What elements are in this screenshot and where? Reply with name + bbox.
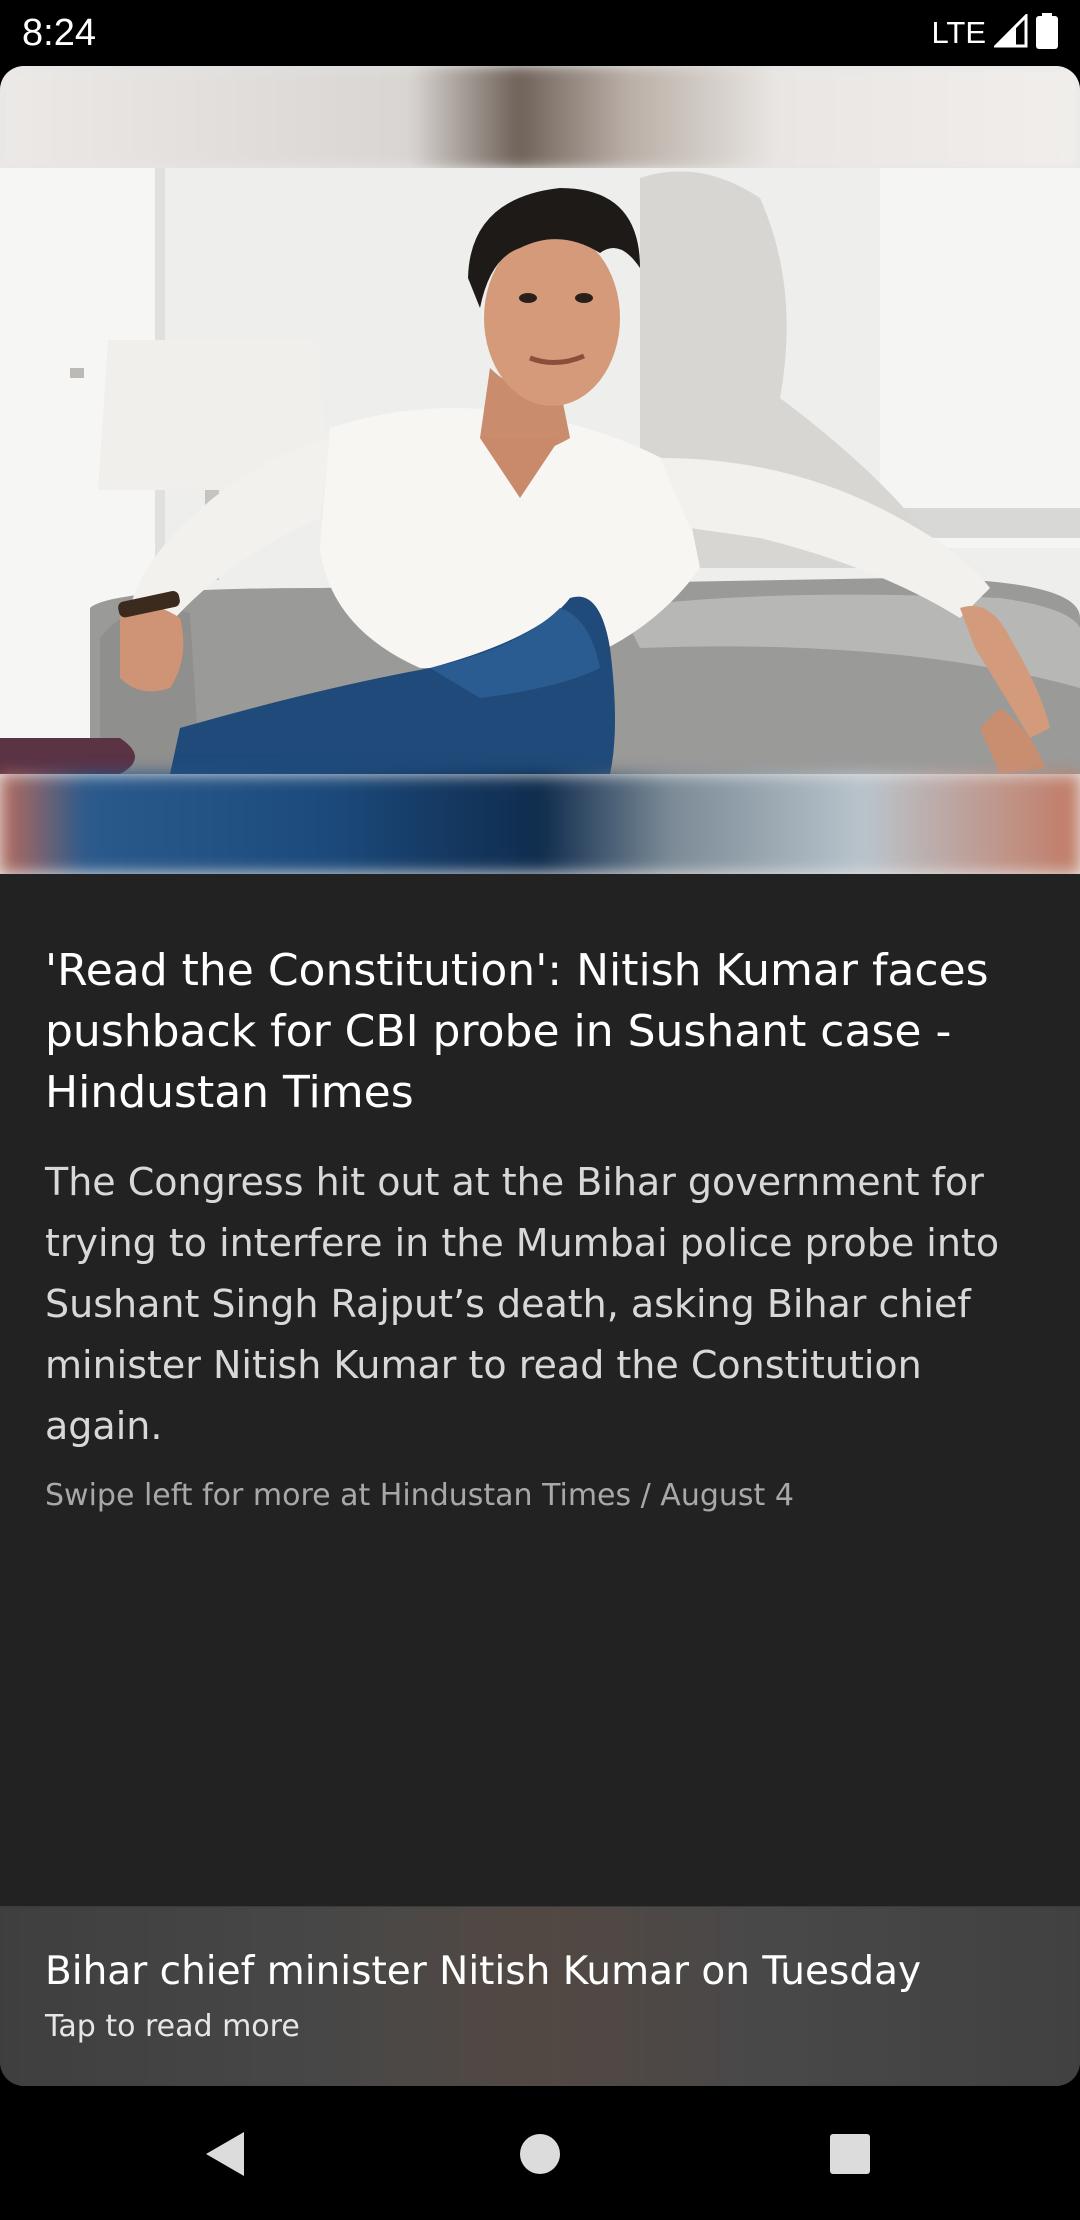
recents-button[interactable] bbox=[810, 2116, 890, 2196]
article-title[interactable]: 'Read the Constitution': Nitish Kumar fa… bbox=[45, 940, 1035, 1123]
home-button[interactable] bbox=[500, 2116, 580, 2196]
status-icons: LTE bbox=[931, 12, 1058, 54]
article-source-meta: Swipe left for more at Hindustan Times /… bbox=[45, 1478, 794, 1513]
signal-icon bbox=[992, 12, 1028, 52]
article-photo bbox=[0, 168, 1080, 774]
back-icon bbox=[204, 2130, 248, 2182]
navigation-bar bbox=[0, 2086, 1080, 2220]
network-type-label: LTE bbox=[931, 15, 986, 50]
read-more-teaser[interactable]: Bihar chief minister Nitish Kumar on Tue… bbox=[0, 1906, 1080, 2086]
teaser-headline: Bihar chief minister Nitish Kumar on Tue… bbox=[45, 1949, 922, 1994]
status-bar: 8:24 LTE bbox=[0, 0, 1080, 66]
news-card[interactable]: 'Read the Constitution': Nitish Kumar fa… bbox=[0, 66, 1080, 2086]
tap-to-read-more-link[interactable]: Tap to read more bbox=[45, 2007, 300, 2047]
article-image[interactable] bbox=[0, 66, 1080, 874]
article-summary: The Congress hit out at the Bihar govern… bbox=[45, 1160, 1000, 1448]
status-time: 8:24 bbox=[22, 12, 96, 54]
image-blur-bottom bbox=[0, 774, 1080, 874]
recents-icon bbox=[829, 2133, 871, 2179]
back-button[interactable] bbox=[186, 2116, 266, 2196]
battery-icon bbox=[1036, 13, 1058, 53]
image-blur-top bbox=[0, 66, 1080, 168]
home-icon bbox=[518, 2132, 562, 2180]
